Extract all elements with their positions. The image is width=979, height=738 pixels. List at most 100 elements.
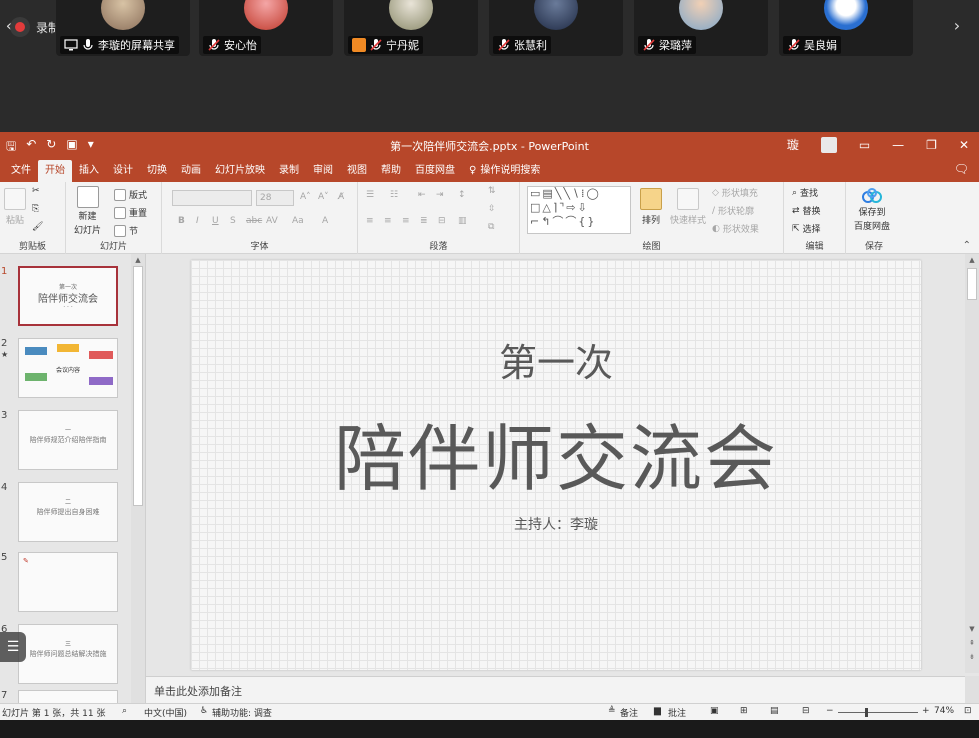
scrollbar-thumb[interactable] — [967, 268, 977, 300]
bold-button[interactable]: B — [178, 216, 185, 226]
slide-sorter-icon[interactable]: ⊞ — [740, 706, 748, 716]
notes-pane[interactable]: 单击此处添加备注 — [146, 676, 965, 703]
user-name[interactable]: 璇 — [787, 136, 799, 153]
section-button[interactable]: 节 — [114, 224, 138, 237]
slide-subtitle[interactable]: 第一次 — [191, 332, 921, 387]
grow-font-icon[interactable]: A˄ — [300, 192, 311, 202]
participant-tile[interactable]: 宁丹妮 — [344, 0, 478, 56]
chevron-right-icon[interactable]: › — [950, 14, 964, 36]
slide-thumbnail[interactable]: 3 一 陪伴师规范介绍陪伴指南 — [0, 410, 130, 472]
bullets-icon[interactable]: ☰ — [366, 190, 374, 200]
scroll-up-icon[interactable]: ▲ — [967, 255, 977, 265]
thumbnail-scrollbar[interactable]: ▲ — [131, 254, 145, 703]
participant-tile[interactable]: 李璇的屏幕共享 — [56, 0, 190, 56]
reset-button[interactable]: 重置 — [114, 206, 147, 219]
align-left-icon[interactable]: ≡ — [366, 216, 374, 226]
slide-scrollbar[interactable]: ▲ ▼ ⇞ ⇟ — [965, 254, 979, 673]
previous-slide-icon[interactable]: ⇞ — [967, 638, 977, 648]
clear-format-icon[interactable]: A̸ — [338, 192, 344, 202]
align-text-icon[interactable]: ⇳ — [488, 204, 496, 214]
notes-scrollbar[interactable] — [965, 676, 979, 703]
shadow-button[interactable]: S — [230, 216, 236, 226]
decrease-indent-icon[interactable]: ⇤ — [418, 190, 426, 200]
distribute-icon[interactable]: ⊟ — [438, 216, 446, 226]
fit-slide-icon[interactable]: ⊡ — [964, 706, 972, 716]
shape-fill-button[interactable]: ◇ 形状填充 — [712, 186, 758, 200]
smartart-icon[interactable]: ⧉ — [488, 222, 494, 232]
columns-icon[interactable]: ▥ — [458, 216, 467, 226]
tell-me-search[interactable]: ♀ 操作说明搜索 — [462, 160, 547, 182]
participant-tile[interactable]: 梁璐萍 — [634, 0, 768, 56]
copy-icon[interactable]: ⎘ — [32, 204, 39, 214]
tab-transitions[interactable]: 切换 — [140, 160, 174, 182]
strikethrough-button[interactable]: abc — [246, 216, 262, 226]
tab-record[interactable]: 录制 — [272, 160, 306, 182]
slide-thumbnail[interactable]: 7 — [0, 690, 130, 703]
tab-animations[interactable]: 动画 — [174, 160, 208, 182]
tab-design[interactable]: 设计 — [106, 160, 140, 182]
tab-file[interactable]: 文件 — [4, 160, 38, 182]
notes-button[interactable]: 备注 — [620, 706, 638, 719]
layout-button[interactable]: 版式 — [114, 188, 147, 201]
accessibility-icon[interactable]: ♿ — [200, 706, 208, 716]
replace-button[interactable]: ⇄ 替换 — [792, 204, 821, 218]
ribbon-display-icon[interactable]: ▭ — [859, 138, 870, 152]
cut-icon[interactable]: ✂ — [32, 186, 40, 196]
font-color-button[interactable]: A — [322, 216, 328, 226]
slide-title[interactable]: 陪伴师交流会 — [191, 400, 921, 505]
paste-button[interactable]: 粘贴 — [4, 188, 26, 226]
accessibility-status[interactable]: 辅助功能: 调查 — [212, 706, 272, 719]
tab-insert[interactable]: 插入 — [72, 160, 106, 182]
italic-button[interactable]: I — [196, 216, 199, 226]
shrink-font-icon[interactable]: A˅ — [318, 192, 329, 202]
align-right-icon[interactable]: ≡ — [402, 216, 410, 226]
find-button[interactable]: ⌕ 查找 — [792, 186, 818, 200]
select-button[interactable]: ⇱ 选择 — [792, 222, 821, 236]
save-to-baidu-button[interactable]: 保存到 百度网盘 — [854, 188, 890, 232]
zoom-in-icon[interactable]: + — [922, 706, 930, 716]
zoom-level[interactable]: 74% — [934, 706, 954, 716]
notes-icon[interactable]: ≜ — [608, 706, 616, 716]
user-avatar-icon[interactable] — [820, 136, 837, 153]
reading-view-icon[interactable]: ▤ — [770, 706, 779, 716]
language-indicator[interactable]: 中文(中国) — [144, 706, 187, 719]
slide-thumbnail[interactable]: 4 二 陪伴师提出自身困难 — [0, 482, 130, 544]
tab-view[interactable]: 视图 — [340, 160, 374, 182]
zoom-slider-thumb[interactable] — [865, 708, 868, 717]
font-size-field[interactable]: 28 — [256, 190, 294, 206]
collapse-ribbon-icon[interactable]: ⌃ — [963, 240, 971, 251]
tab-review[interactable]: 审阅 — [306, 160, 340, 182]
slide-thumbnail[interactable]: 1 第一次 陪伴师交流会 · · · — [0, 266, 130, 328]
shape-outline-button[interactable]: ∕ 形状轮廓 — [712, 204, 754, 218]
align-center-icon[interactable]: ≡ — [384, 216, 392, 226]
tab-baidu-netdisk[interactable]: 百度网盘 — [408, 160, 462, 182]
scroll-down-icon[interactable]: ▼ — [967, 624, 977, 634]
format-painter-icon[interactable]: 🖌 — [32, 222, 43, 232]
slide-thumbnail[interactable]: 2 ★ 会议内容 — [0, 338, 130, 400]
quick-styles-button[interactable]: 快速样式 — [670, 188, 706, 226]
close-icon[interactable]: ✕ — [959, 138, 969, 152]
slide-thumbnail[interactable]: 5 ✎ — [0, 552, 130, 614]
comment-icon[interactable]: 🗨 — [954, 162, 969, 176]
menu-icon[interactable]: ☰ — [0, 632, 26, 662]
normal-view-icon[interactable]: ▣ — [710, 706, 719, 716]
tab-home[interactable]: 开始 — [38, 160, 72, 182]
participant-tile[interactable]: 吴良娟 — [779, 0, 913, 56]
new-slide-button[interactable]: 新建 幻灯片 — [74, 186, 101, 236]
zoom-slider[interactable] — [838, 712, 918, 713]
tab-slideshow[interactable]: 幻灯片放映 — [208, 160, 272, 182]
tab-help[interactable]: 帮助 — [374, 160, 408, 182]
next-slide-icon[interactable]: ⇟ — [967, 652, 977, 662]
scroll-up-icon[interactable]: ▲ — [133, 255, 143, 265]
increase-indent-icon[interactable]: ⇥ — [436, 190, 444, 200]
slide-canvas[interactable]: 第一次 陪伴师交流会 主持人：李璇 — [191, 260, 921, 670]
restore-icon[interactable]: ❐ — [926, 138, 937, 152]
spell-check-icon[interactable]: ⌕ — [122, 706, 127, 716]
comments-icon[interactable]: ▆ — [654, 706, 661, 716]
comments-button[interactable]: 批注 — [668, 706, 686, 719]
numbering-icon[interactable]: ☷ — [390, 190, 398, 200]
zoom-out-icon[interactable]: − — [826, 706, 834, 716]
change-case-button[interactable]: Aa — [292, 216, 304, 226]
justify-icon[interactable]: ≣ — [420, 216, 428, 226]
char-spacing-button[interactable]: AV — [266, 216, 278, 226]
